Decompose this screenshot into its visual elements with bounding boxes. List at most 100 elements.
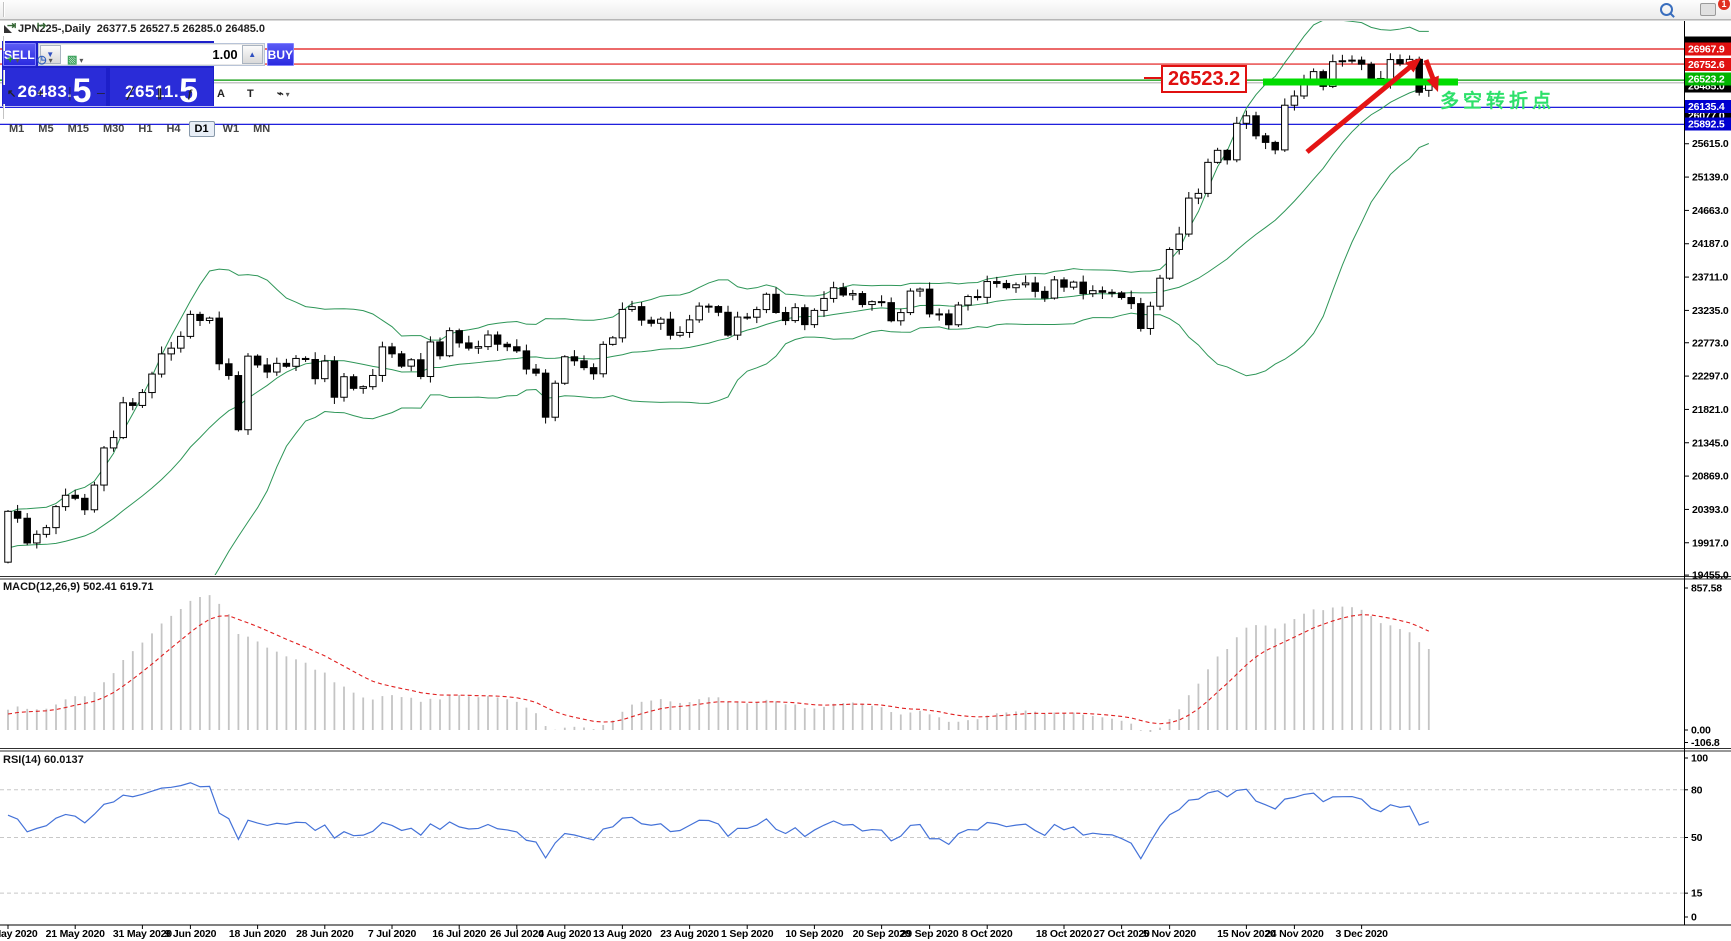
candle — [1204, 161, 1212, 194]
trendline-button[interactable]: ╱ — [123, 85, 151, 104]
timeframe-M30[interactable]: M30 — [97, 121, 130, 137]
candle — [551, 382, 559, 418]
candle — [714, 306, 723, 313]
vertical-line-button[interactable]: │ — [63, 85, 91, 104]
candle — [90, 484, 99, 511]
candle — [436, 341, 444, 357]
templates-icon: ▧ — [67, 54, 78, 66]
candle — [1242, 115, 1251, 124]
text-icon: A — [217, 88, 225, 100]
candle — [1194, 192, 1203, 199]
candle — [465, 342, 473, 349]
candle — [609, 337, 617, 345]
candle — [916, 288, 924, 292]
timeframe-D1[interactable]: D1 — [188, 120, 215, 137]
label-button[interactable]: T — [243, 85, 271, 104]
timeframe-M15[interactable]: M15 — [62, 121, 95, 137]
macd-indicator-label: MACD(12,26,9) 502.41 619.71 — [3, 581, 154, 593]
candle — [119, 402, 127, 439]
svg-text:13 Aug 2020: 13 Aug 2020 — [593, 928, 652, 940]
candle — [282, 362, 291, 367]
candle — [945, 313, 953, 326]
candle — [791, 307, 799, 322]
timeframe-H1[interactable]: H1 — [132, 121, 158, 137]
candle — [1127, 297, 1135, 305]
candle — [589, 367, 598, 375]
candle — [52, 506, 60, 529]
candle — [541, 372, 550, 418]
zoom-out-button[interactable]: − — [33, 0, 61, 2]
crosshair-button[interactable]: + — [33, 85, 61, 104]
candle — [148, 373, 156, 394]
notifications-button[interactable]: 1 — [1696, 0, 1730, 19]
svg-text:19917.0: 19917.0 — [1692, 537, 1729, 549]
price-marker: 26752.6 — [1685, 58, 1731, 71]
chart-canvas[interactable]: 25615.0 25139.0 24663.0 24187.0 23711.0 23235… — [0, 0, 1731, 941]
svg-text:20393.0: 20393.0 — [1692, 504, 1729, 516]
vertical-line-icon: │ — [67, 88, 74, 100]
candle — [753, 309, 761, 318]
candle — [81, 497, 89, 511]
text-button[interactable]: A — [213, 85, 241, 104]
candle — [1060, 279, 1068, 288]
svg-text:10 Sep 2020: 10 Sep 2020 — [785, 928, 843, 940]
candle — [244, 355, 252, 431]
timeframe-W1[interactable]: W1 — [217, 121, 246, 137]
candle — [1396, 59, 1404, 65]
candle — [695, 305, 703, 321]
candle — [1156, 277, 1164, 307]
timeframe-M5[interactable]: M5 — [32, 121, 59, 137]
candle — [935, 313, 943, 316]
candle — [1002, 282, 1011, 289]
candle — [493, 334, 502, 345]
svg-text:28 Jun 2020: 28 Jun 2020 — [296, 928, 354, 940]
svg-text:0.00: 0.00 — [1691, 725, 1711, 737]
fibonacci-icon: ƒ — [187, 88, 194, 100]
candle — [234, 375, 243, 431]
horizontal-line-button[interactable]: ─ — [93, 85, 121, 104]
candle — [215, 317, 223, 365]
trendline-icon: ╱ — [127, 88, 134, 100]
candle — [628, 306, 636, 310]
channel-button[interactable]: ∥ — [153, 85, 181, 104]
candle — [925, 288, 934, 315]
timeframe-MN[interactable]: MN — [247, 121, 276, 137]
cursor-button[interactable]: ↖ — [3, 85, 31, 104]
candle — [580, 360, 588, 369]
auto-scroll-button[interactable]: ⇥ — [3, 17, 31, 36]
candle — [1137, 303, 1145, 329]
tile-windows-button[interactable]: ▦ — [63, 0, 91, 2]
periods-button[interactable]: ◷ ▾ — [33, 51, 61, 70]
candle — [407, 359, 415, 367]
toolbar: ▤◫⊞新订单◆◉◎●自动交易¦¦¦◫∿+−▦⇥↦+▾◷▾▧▾↖+│─╱∥ƒAT⌁… — [0, 0, 1731, 137]
timeframe-H4[interactable]: H4 — [160, 121, 186, 137]
candle — [801, 307, 809, 326]
candle — [772, 293, 780, 314]
candle — [1146, 305, 1155, 329]
candle — [676, 331, 684, 336]
notification-badge: 1 — [1718, 0, 1730, 10]
annotation-note[interactable]: 多空转折点 — [1440, 86, 1555, 113]
arrows-icon: ⌁ — [277, 88, 284, 100]
date-axis[interactable]: 12 May 2020 21 May 2020 31 May 20209 Jun 2… — [0, 925, 1388, 940]
indicators-button[interactable]: + ▾ — [3, 51, 31, 70]
svg-text:100: 100 — [1691, 753, 1708, 765]
candle — [273, 362, 281, 373]
toolbar-group-timeframes: M1 M5 M15 M30 H1 H4 D1 W1 MN — [0, 119, 304, 138]
candle — [1271, 141, 1279, 151]
candle — [1223, 149, 1231, 161]
timeframe-M1[interactable]: M1 — [3, 121, 30, 137]
arrows-button[interactable]: ⌁ ▾ — [273, 85, 301, 104]
zoom-in-button[interactable]: + — [3, 0, 31, 2]
svg-text:23235.0: 23235.0 — [1692, 305, 1729, 317]
candle — [561, 356, 569, 384]
templates-button[interactable]: ▧ ▾ — [63, 51, 91, 70]
toolbar-group-drawing: ↖ + │ ─ ╱ ∥ ƒ A T ⌁ ▾ — [0, 85, 304, 104]
fibonacci-button[interactable]: ƒ — [183, 85, 211, 104]
chart-shift-button[interactable]: ↦ — [33, 17, 61, 36]
price-callout-label[interactable]: 26523.2 — [1161, 65, 1248, 93]
candle — [1338, 60, 1347, 63]
candle — [321, 360, 329, 380]
cursor-icon: ↖ — [7, 88, 17, 100]
search-button[interactable] — [1656, 0, 1684, 19]
